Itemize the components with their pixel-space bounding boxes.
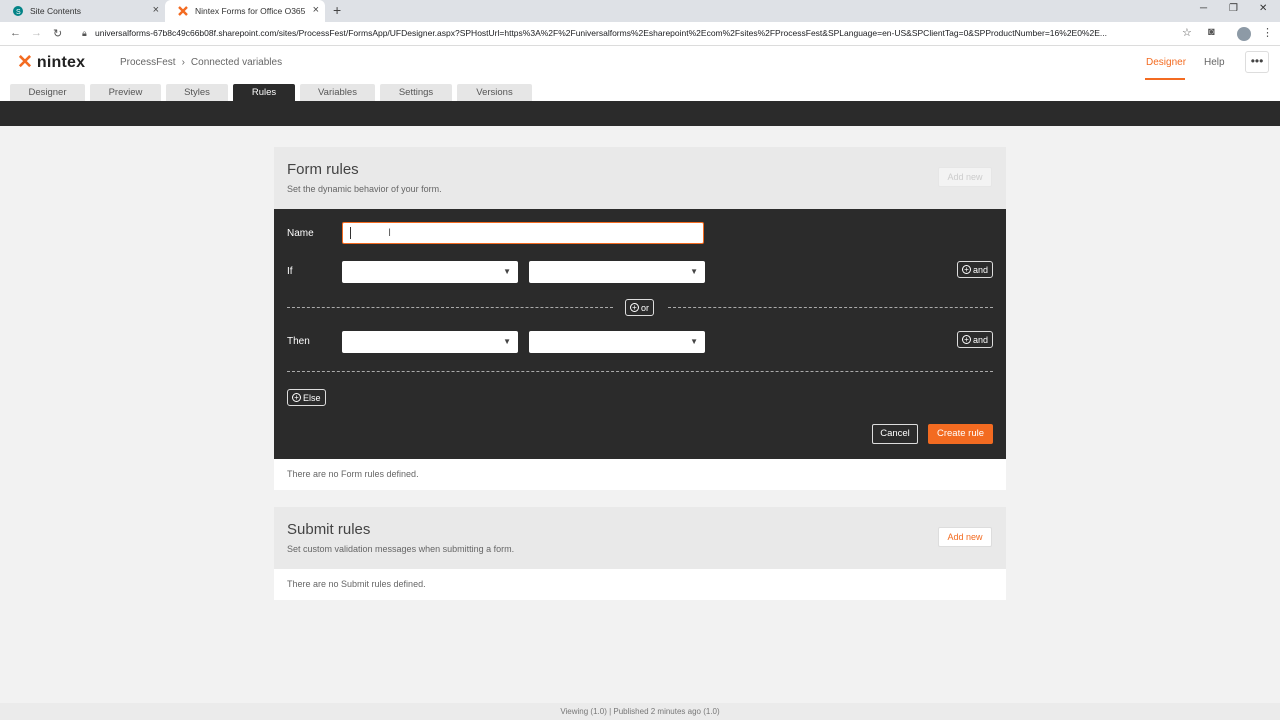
svg-text:S: S: [16, 9, 21, 16]
cancel-button[interactable]: Cancel: [872, 424, 918, 444]
browser-tab-label: Nintex Forms for Office O365: [195, 6, 306, 16]
browser-tab-bar: S Site Contents × Nintex Forms for Offic…: [0, 0, 1280, 22]
form-rules-header: Form rules Set the dynamic behavior of y…: [274, 147, 1006, 209]
tab-designer[interactable]: Designer: [10, 84, 85, 101]
bookmark-star-icon[interactable]: ☆: [1182, 26, 1192, 39]
tab-styles[interactable]: Styles: [166, 84, 228, 101]
form-rules-empty-text: There are no Form rules defined.: [287, 469, 419, 479]
submit-rules-header: Submit rules Set custom validation messa…: [274, 507, 1006, 569]
text-caret: [350, 227, 351, 239]
back-icon[interactable]: ←: [10, 27, 21, 39]
address-bar: ← → ↻ 🔒︎ universalforms-67b8c49c66b08f.s…: [0, 22, 1280, 46]
dropdown-arrow-icon: ▼: [690, 267, 698, 276]
add-circle-icon: +: [962, 335, 971, 344]
minimize-icon[interactable]: ─: [1200, 3, 1207, 14]
if-label: If: [287, 266, 293, 277]
url-field[interactable]: universalforms-67b8c49c66b08f.sharepoint…: [95, 28, 1170, 38]
dropdown-arrow-icon: ▼: [503, 337, 511, 346]
breadcrumb-form: Connected variables: [190, 57, 283, 68]
if-operator-select[interactable]: ▼: [529, 261, 705, 283]
dropdown-arrow-icon: ▼: [503, 267, 511, 276]
then-label: Then: [287, 336, 310, 347]
more-options-button[interactable]: •••: [1245, 51, 1269, 73]
form-rules-empty-row: There are no Form rules defined.: [274, 459, 1006, 490]
submit-rules-subtitle: Set custom validation messages when subm…: [287, 544, 515, 554]
or-label: or: [641, 302, 650, 313]
then-target-select[interactable]: ▼: [529, 331, 705, 353]
form-rules-title: Form rules: [287, 161, 359, 178]
then-action-select[interactable]: ▼: [342, 331, 518, 353]
create-rule-button[interactable]: Create rule: [928, 424, 993, 444]
close-tab-icon[interactable]: ×: [153, 4, 159, 16]
status-bar: Viewing (1.0) | Published 2 minutes ago …: [0, 703, 1280, 720]
divider: [287, 307, 613, 308]
toolbar-strip: [0, 101, 1280, 126]
if-condition-select[interactable]: ▼: [342, 261, 518, 283]
header-link-help[interactable]: Help: [1204, 57, 1225, 68]
divider: [287, 371, 993, 372]
active-indicator: [1145, 78, 1185, 80]
camera-icon[interactable]: ◙: [1208, 26, 1215, 38]
add-circle-icon: +: [292, 393, 301, 402]
tab-preview[interactable]: Preview: [90, 84, 161, 101]
rule-editor: Name I If ▼ ▼ + and + or Then ▼ ▼ + and …: [274, 209, 1006, 459]
app-tabs: Designer Preview Styles Rules Variables …: [0, 82, 1280, 101]
nintex-icon: [178, 6, 188, 16]
browser-tab-site-contents[interactable]: S Site Contents ×: [0, 0, 165, 22]
form-rules-subtitle: Set the dynamic behavior of your form.: [287, 184, 442, 194]
submit-rules-title: Submit rules: [287, 521, 371, 538]
forward-icon[interactable]: →: [31, 27, 42, 39]
tab-rules[interactable]: Rules: [233, 84, 295, 101]
app-header: ✕ nintex ProcessFest › Connected variabl…: [0, 46, 1280, 82]
new-tab-button[interactable]: +: [333, 2, 341, 18]
lock-icon: 🔒︎: [82, 28, 87, 38]
text-cursor-icon: I: [388, 227, 392, 239]
rule-name-input[interactable]: I: [342, 222, 704, 244]
header-link-designer[interactable]: Designer: [1146, 57, 1186, 68]
tab-settings[interactable]: Settings: [380, 84, 452, 101]
breadcrumb-separator: ›: [181, 57, 185, 68]
add-submit-rule-button[interactable]: Add new: [938, 527, 992, 547]
breadcrumb: ProcessFest › Connected variables: [120, 57, 282, 68]
name-label: Name: [287, 228, 314, 239]
tab-versions[interactable]: Versions: [457, 84, 532, 101]
add-or-button[interactable]: + or: [625, 299, 655, 316]
add-circle-icon: +: [962, 265, 971, 274]
nintex-logo-icon: ✕: [17, 52, 33, 73]
close-window-icon[interactable]: ✕: [1259, 3, 1267, 14]
submit-rules-empty-text: There are no Submit rules defined.: [287, 579, 426, 589]
divider: [668, 307, 993, 308]
reload-icon[interactable]: ↻: [53, 27, 62, 40]
add-else-button[interactable]: + Else: [287, 389, 326, 406]
if-add-and-button[interactable]: + and: [957, 261, 994, 278]
submit-rules-empty-row: There are no Submit rules defined.: [274, 569, 1006, 600]
breadcrumb-site[interactable]: ProcessFest: [120, 57, 176, 68]
close-tab-icon[interactable]: ×: [313, 4, 319, 16]
browser-menu-icon[interactable]: ⋮: [1262, 26, 1273, 39]
add-form-rule-button[interactable]: Add new: [938, 167, 992, 187]
and-label: and: [973, 334, 989, 345]
sharepoint-icon: S: [13, 6, 23, 16]
browser-tab-label: Site Contents: [30, 6, 82, 16]
and-label: and: [973, 264, 989, 275]
dropdown-arrow-icon: ▼: [690, 337, 698, 346]
profile-avatar[interactable]: [1237, 27, 1251, 41]
nintex-logo[interactable]: ✕ nintex: [17, 53, 85, 72]
browser-tab-nintex-forms[interactable]: Nintex Forms for Office O365 ×: [165, 0, 325, 22]
then-add-and-button[interactable]: + and: [957, 331, 994, 348]
add-circle-icon: +: [630, 303, 639, 312]
tab-variables[interactable]: Variables: [300, 84, 375, 101]
restore-icon[interactable]: ❐: [1229, 3, 1238, 14]
else-label: Else: [303, 392, 321, 403]
